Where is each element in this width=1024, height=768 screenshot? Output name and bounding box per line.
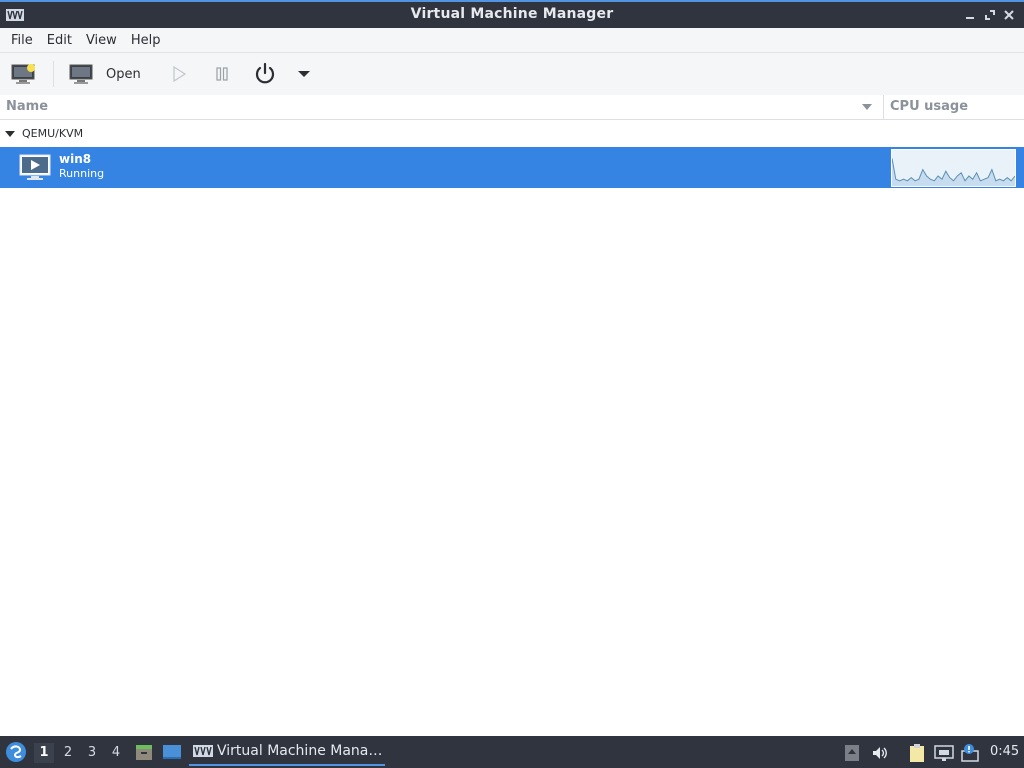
taskbar-window-label: Virtual Machine Mana… — [217, 743, 383, 759]
close-icon[interactable] — [1001, 7, 1017, 23]
open-button[interactable]: Open — [68, 59, 141, 89]
sort-descending-icon[interactable] — [862, 104, 872, 110]
shutdown-menu-button[interactable] — [297, 59, 311, 89]
file-manager-icon[interactable] — [134, 742, 154, 762]
pause-icon — [216, 67, 228, 81]
maximize-icon[interactable] — [982, 7, 998, 23]
menu-help[interactable]: Help — [124, 28, 168, 53]
cpu-usage-line — [892, 158, 1015, 182]
run-button[interactable] — [170, 59, 188, 89]
cpu-usage-graph — [891, 149, 1016, 187]
vm-list-header: Name CPU usage — [0, 95, 1024, 120]
toolbar: Open — [0, 53, 1024, 95]
workspace-1[interactable]: 1 — [34, 743, 54, 763]
show-desktop-icon[interactable] — [162, 742, 182, 762]
connection-label: QEMU/KVM — [22, 127, 84, 140]
pause-button[interactable] — [213, 59, 231, 89]
monitor-icon — [69, 64, 93, 84]
vm-running-icon — [19, 154, 51, 180]
menu-bar: File Edit View Help — [0, 28, 1024, 53]
new-vm-button[interactable] — [10, 59, 38, 89]
clock: 0:45 — [990, 744, 1020, 759]
open-button-label: Open — [106, 66, 141, 82]
taskbar: 1 2 3 4 Virtual Machine Mana… 0:45 — [0, 736, 1024, 768]
workspace-3[interactable]: 3 — [82, 743, 102, 763]
virt-manager-app-icon — [193, 745, 213, 757]
column-divider[interactable] — [883, 95, 884, 120]
window-titlebar[interactable]: Virtual Machine Manager — [0, 0, 1024, 28]
start-menu-icon[interactable] — [5, 741, 27, 763]
cpu-usage-area — [892, 158, 1015, 186]
window-title: Virtual Machine Manager — [410, 6, 614, 22]
shutdown-button[interactable] — [252, 59, 278, 89]
vm-status: Running — [59, 167, 105, 180]
expander-icon[interactable] — [5, 130, 15, 137]
notification-icon[interactable] — [960, 743, 980, 763]
volume-icon[interactable] — [870, 743, 890, 763]
menu-file[interactable]: File — [4, 28, 40, 53]
tray-expand-icon[interactable] — [842, 743, 862, 763]
menu-view[interactable]: View — [79, 28, 124, 53]
taskbar-window-virt-manager[interactable]: Virtual Machine Mana… — [189, 738, 385, 766]
vm-name: win8 — [59, 152, 92, 166]
dropdown-arrow-icon — [298, 71, 310, 77]
clipboard-icon[interactable] — [907, 743, 927, 763]
connection-row-qemu-kvm[interactable]: QEMU/KVM — [0, 121, 1024, 146]
new-vm-icon — [11, 64, 35, 84]
column-header-cpu-usage[interactable]: CPU usage — [890, 99, 968, 114]
power-icon — [255, 62, 275, 84]
column-header-name[interactable]: Name — [6, 99, 48, 114]
toolbar-separator — [53, 61, 54, 87]
network-icon[interactable] — [934, 743, 954, 763]
minimize-icon[interactable] — [962, 7, 978, 23]
play-icon — [173, 65, 187, 83]
workspace-4[interactable]: 4 — [106, 743, 126, 763]
menu-edit[interactable]: Edit — [40, 28, 79, 53]
workspace-2[interactable]: 2 — [58, 743, 78, 763]
vm-row-win8[interactable]: win8 Running — [0, 147, 1024, 188]
